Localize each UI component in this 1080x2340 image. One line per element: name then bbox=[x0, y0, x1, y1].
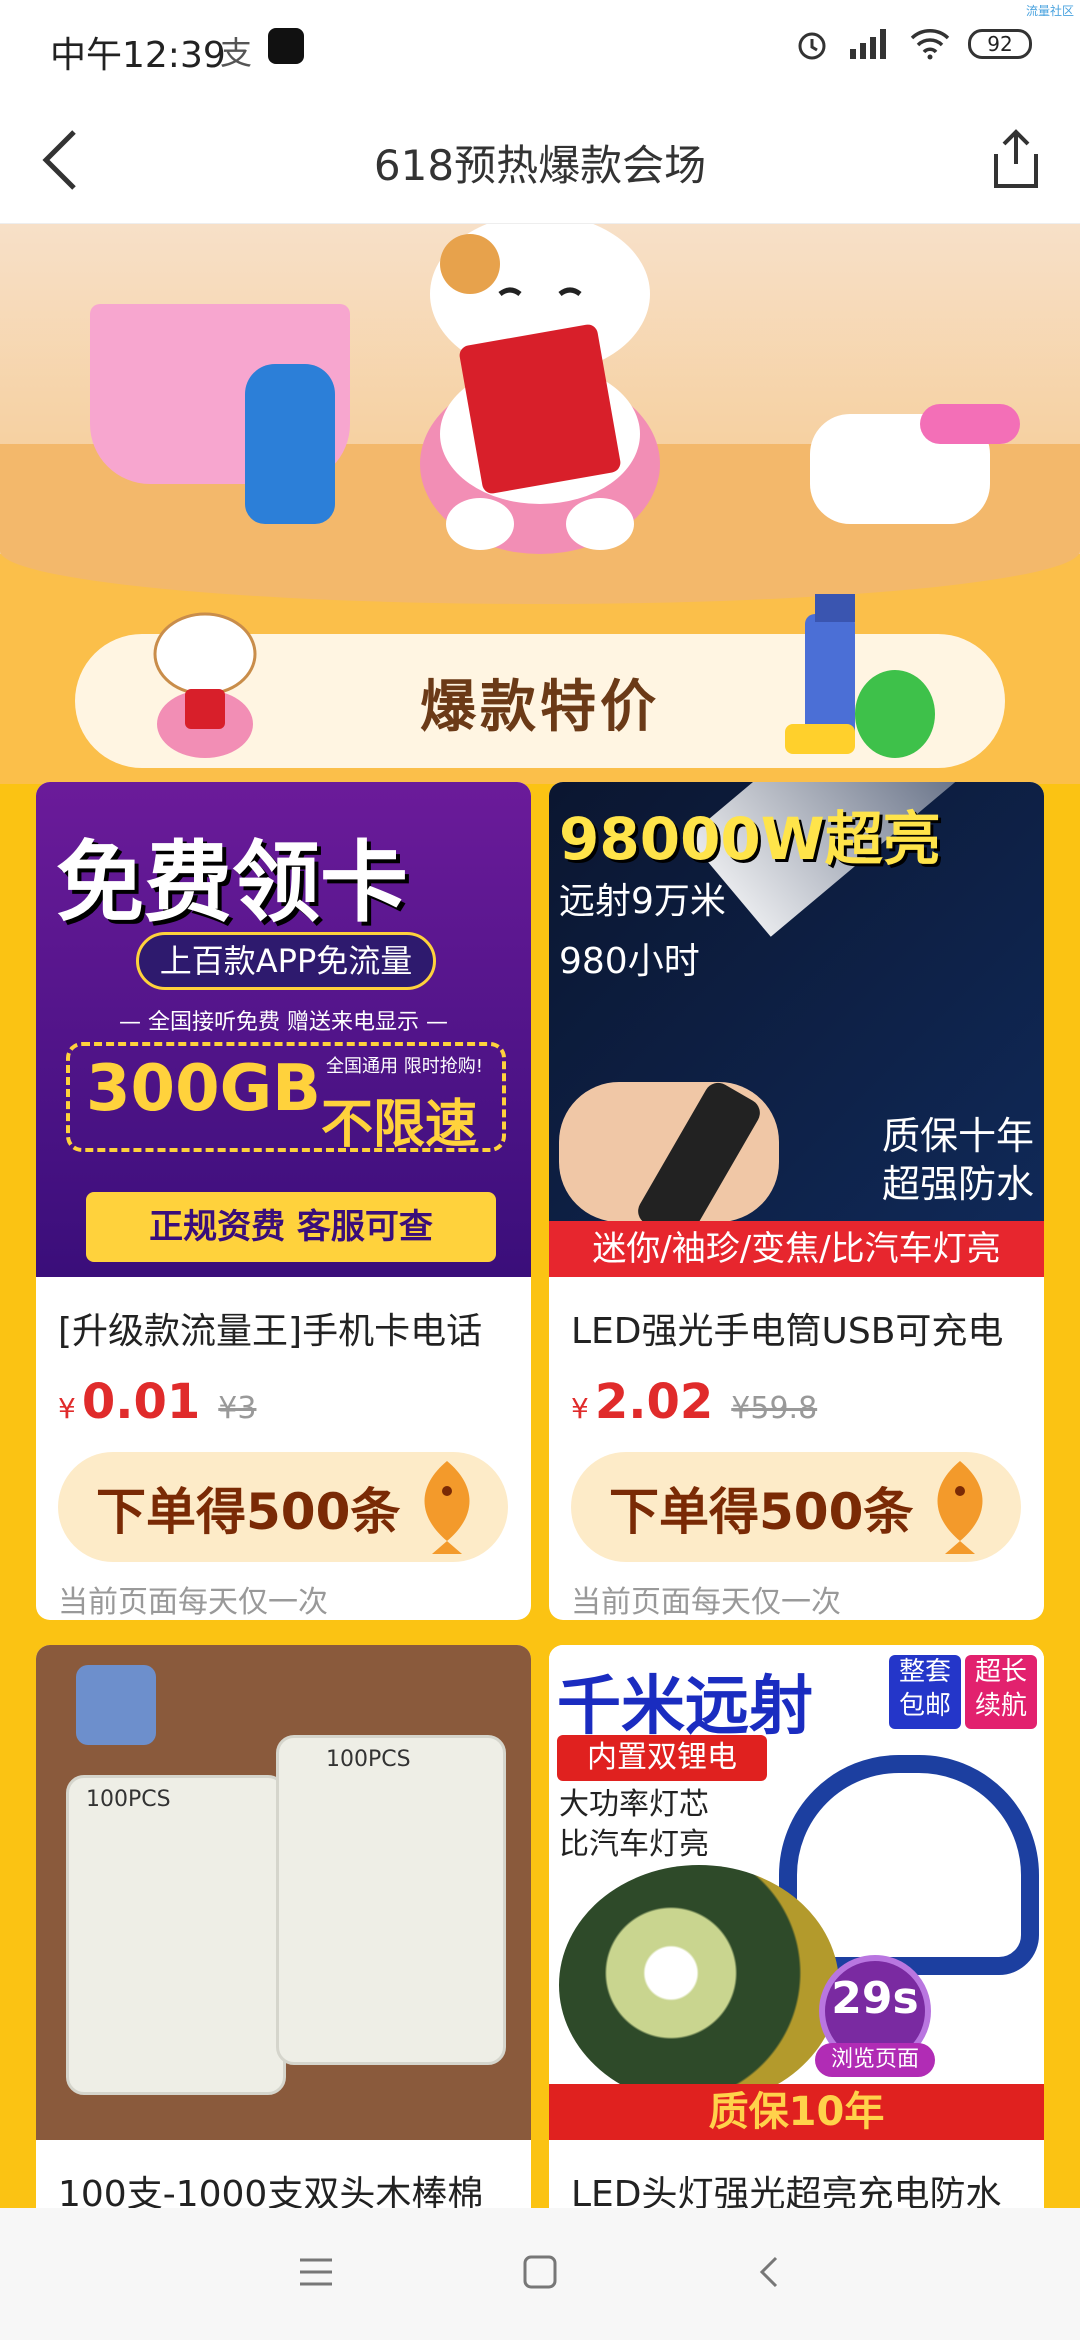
promo-footer: 质保10年 bbox=[549, 2084, 1044, 2140]
product-image[interactable]: 98000W超亮 远射9万米 980小时 质保十年 超强防水 迷你/袖珍/变焦/… bbox=[549, 782, 1044, 1277]
promo-gb-speed: 不限速 bbox=[321, 1095, 478, 1155]
detergent-bottle-illustration bbox=[245, 364, 335, 524]
price-row: ¥ 2.02 ¥59.8 bbox=[571, 1374, 817, 1430]
tiktok-icon bbox=[268, 28, 304, 64]
product-name[interactable]: LED强光手电筒USB可充电 bbox=[571, 1302, 1003, 1354]
promo-line2: 980小时 bbox=[559, 941, 700, 982]
promo-lines: 大功率灯芯 比汽车灯亮 bbox=[559, 1785, 709, 1865]
alipay-icon: 支 bbox=[220, 34, 253, 72]
promo-footer: 正规资费 客服可查 bbox=[86, 1192, 496, 1262]
headlamp-illustration bbox=[559, 1865, 839, 2105]
alarm-icon bbox=[798, 32, 826, 60]
promo-footer: 迷你/袖珍/变焦/比汽车灯亮 bbox=[549, 1221, 1044, 1277]
status-icons: 92 bbox=[794, 26, 1032, 62]
reward-note: 当前页面每天仅一次 bbox=[571, 1585, 841, 1620]
product-card[interactable]: 98000W超亮 远射9万米 980小时 质保十年 超强防水 迷你/袖珍/变焦/… bbox=[549, 782, 1044, 1620]
price-row: ¥ 0.01 ¥3 bbox=[58, 1374, 256, 1430]
product-image[interactable]: 千米远射 整套包邮 超长续航 内置双锂电 大功率灯芯 比汽车灯亮 29s 浏览页… bbox=[549, 1645, 1044, 2140]
promo-headline: 千米远射 bbox=[557, 1670, 813, 1744]
menu-icon[interactable] bbox=[296, 2252, 336, 2292]
reward-button[interactable]: 下单得500条 bbox=[58, 1452, 508, 1562]
promo-pill: 上百款APP免流量 bbox=[136, 932, 436, 990]
reward-label: 下单得500条 bbox=[96, 1483, 401, 1541]
reward-button[interactable]: 下单得500条 bbox=[571, 1452, 1021, 1562]
promo-headline: 免费领卡 bbox=[56, 831, 409, 934]
promo-line1: 大功率灯芯 bbox=[559, 1787, 709, 1822]
promo-tag: 超长续航 bbox=[965, 1655, 1037, 1729]
watermark: 流量社区 bbox=[1025, 4, 1074, 18]
product-card[interactable]: 100PCS 100PCS 100支-1000支双头木棒棉 bbox=[36, 1645, 531, 2245]
screen: 中午12:39 支 92 流量社区 618预热爆款会场 爆款特价 免费领卡 上百… bbox=[0, 0, 1080, 2340]
system-nav-bar bbox=[0, 2208, 1080, 2340]
currency-symbol: ¥ bbox=[571, 1392, 589, 1425]
battery-indicator: 92 bbox=[968, 29, 1032, 59]
promo-headline: 98000W超亮 bbox=[559, 805, 941, 873]
jar-illustration bbox=[76, 1665, 156, 1745]
pack-label: 100PCS bbox=[86, 1787, 171, 1812]
promo-gb: 300GB bbox=[86, 1052, 321, 1126]
section-banner: 爆款特价 bbox=[75, 594, 1005, 768]
fish-icon bbox=[937, 1461, 983, 1554]
product-image[interactable]: 免费领卡 上百款APP免流量 — 全国接听免费 赠送来电显示 — 300GB 全… bbox=[36, 782, 531, 1277]
timer-label: 浏览页面 bbox=[815, 2043, 935, 2077]
hero-banner: 爆款特价 bbox=[0, 224, 1080, 784]
reward-note: 当前页面每天仅一次 bbox=[58, 1585, 328, 1620]
promo-quality: 质保十年 超强防水 bbox=[882, 1112, 1034, 1208]
cotton-swab-pack bbox=[276, 1735, 506, 2065]
toy-illustration bbox=[920, 404, 1020, 444]
promo-red-tag: 内置双锂电 bbox=[557, 1735, 767, 1781]
product-image[interactable]: 100PCS 100PCS bbox=[36, 1645, 531, 2140]
browse-timer[interactable]: 29s 浏览页面 bbox=[815, 1955, 935, 2077]
promo-line: — 全国接听免费 赠送来电显示 — bbox=[119, 1010, 448, 1035]
timer-value: 29s bbox=[831, 1973, 919, 2024]
nav-back-icon[interactable] bbox=[750, 2252, 790, 2292]
cotton-swab-pack bbox=[66, 1775, 286, 2095]
product-card[interactable]: 千米远射 整套包邮 超长续航 内置双锂电 大功率灯芯 比汽车灯亮 29s 浏览页… bbox=[549, 1645, 1044, 2245]
product-name[interactable]: [升级款流量王]手机卡电话 bbox=[58, 1302, 482, 1354]
status-time: 中午12:39 bbox=[50, 35, 226, 76]
pack-label: 100PCS bbox=[326, 1747, 411, 1772]
signal-icon bbox=[850, 29, 886, 59]
original-price: ¥3 bbox=[218, 1391, 257, 1426]
original-price: ¥59.8 bbox=[731, 1391, 818, 1426]
status-bar: 中午12:39 支 92 流量社区 bbox=[0, 0, 1080, 96]
promo-tag: 整套包邮 bbox=[889, 1655, 961, 1729]
red-envelope-illustration bbox=[458, 322, 622, 496]
promo-quality-line2: 超强防水 bbox=[881, 1162, 1034, 1206]
currency-symbol: ¥ bbox=[58, 1392, 76, 1425]
promo-line1: 远射9万米 bbox=[559, 881, 726, 922]
reward-label: 下单得500条 bbox=[609, 1483, 914, 1541]
product-price: 2.02 bbox=[594, 1374, 714, 1430]
promo-gb-note: 全国通用 限时抢购! bbox=[326, 1056, 483, 1077]
product-price: 0.01 bbox=[81, 1374, 201, 1430]
cleaning-bottles-illustration bbox=[785, 594, 935, 758]
home-icon[interactable] bbox=[520, 2252, 560, 2292]
page-header: 618预热爆款会场 bbox=[0, 96, 1080, 224]
fish-icon bbox=[424, 1461, 470, 1554]
promo-line2: 比汽车灯亮 bbox=[559, 1827, 709, 1862]
product-card[interactable]: 免费领卡 上百款APP免流量 — 全国接听免费 赠送来电显示 — 300GB 全… bbox=[36, 782, 531, 1620]
page-title: 618预热爆款会场 bbox=[373, 141, 707, 190]
promo-quality-line1: 质保十年 bbox=[881, 1114, 1034, 1158]
share-icon[interactable] bbox=[988, 126, 1044, 192]
wifi-icon bbox=[910, 29, 950, 60]
